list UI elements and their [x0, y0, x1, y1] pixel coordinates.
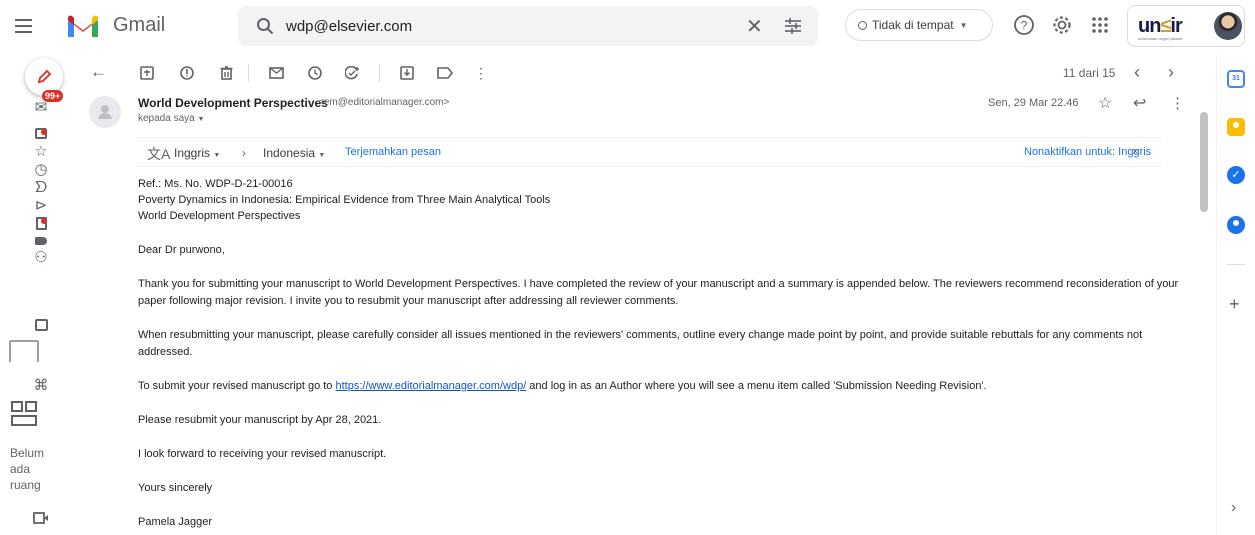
left-navigation-rail: ✉ 99+ ☆ ◷ ᗤ ⊳ ⚇ ⌒ ⌘ Belum ada ruang — [0, 54, 76, 535]
tasks-icon[interactable]: ✓ — [1227, 166, 1245, 184]
close-translation-icon[interactable]: × — [1132, 146, 1138, 158]
add-addon-icon[interactable]: + — [1229, 294, 1240, 315]
spaces-grid-icon[interactable] — [10, 400, 38, 428]
dropdown-arrow-icon: ▼ — [959, 20, 968, 30]
settings-gear-icon[interactable] — [1051, 14, 1073, 36]
unread-count-badge: 99+ — [42, 90, 64, 102]
status-label: Tidak di tempat — [872, 18, 954, 32]
side-panel: 31 ✓ + › — [1216, 54, 1255, 535]
search-icon[interactable] — [256, 17, 274, 35]
signature-name: Pamela Jagger — [138, 516, 212, 528]
body-paragraph-2: When resubmitting your manuscript, pleas… — [138, 329, 1143, 358]
message-date: Sen, 29 Mar 22.46 — [988, 97, 1079, 109]
status-icon — [858, 20, 867, 30]
drafts-icon[interactable] — [32, 214, 50, 232]
important-icon[interactable]: ᗤ — [32, 178, 50, 196]
side-panel-divider — [1227, 264, 1245, 265]
body-paragraph-3: To submit your revised manuscript go to … — [138, 380, 987, 392]
journal-name: World Development Perspectives — [138, 210, 301, 222]
keep-icon[interactable] — [1227, 118, 1245, 136]
snoozed-clock-icon[interactable]: ◷ — [32, 160, 50, 178]
main-menu-icon[interactable] — [12, 14, 36, 38]
app-name: Gmail — [113, 14, 166, 36]
translate-message-link[interactable]: Terjemahkan pesan — [345, 146, 441, 158]
label-as-icon[interactable] — [436, 64, 454, 82]
report-spam-icon[interactable] — [178, 64, 196, 82]
toolbar-divider — [248, 64, 249, 82]
deadline-text: Please resubmit your manuscript by Apr 2… — [138, 414, 382, 426]
video-meet-icon[interactable] — [32, 509, 50, 527]
scrollbar-thumb[interactable] — [1200, 112, 1208, 212]
snoozed-inbox-icon[interactable] — [32, 124, 50, 142]
user-avatar[interactable] — [1214, 12, 1242, 40]
more-options-icon[interactable]: ⋮ — [472, 64, 490, 82]
move-to-icon[interactable] — [398, 64, 416, 82]
top-bar: Gmail wdp@elsevier.com ✕ Tidak di tempat… — [0, 0, 1255, 54]
recipient-line[interactable]: kepada saya ▼ — [138, 113, 204, 124]
gmail-logo-icon[interactable] — [66, 13, 100, 39]
mark-unread-icon[interactable] — [267, 64, 285, 82]
search-options-icon[interactable] — [783, 16, 803, 36]
pagination-count: 11 dari 15 — [1063, 66, 1116, 80]
body-paragraph-1: Thank you for submitting your manuscript… — [138, 278, 1179, 307]
contacts-icon[interactable]: ⚇ — [32, 248, 50, 266]
snooze-clock-icon[interactable] — [306, 64, 324, 82]
recipient-details-arrow-icon[interactable]: ▼ — [198, 116, 205, 123]
star-icon[interactable]: ☆ — [1098, 93, 1112, 113]
body-paragraph-5: I look forward to receiving your revised… — [138, 448, 387, 460]
toolbar-divider — [379, 64, 380, 82]
manuscript-title: Poverty Dynamics in Indonesia: Empirical… — [138, 194, 551, 206]
storage-empty-text: Belum ada ruang — [10, 446, 45, 492]
target-language-dropdown[interactable]: Indonesia ▼ — [263, 146, 325, 160]
source-language-dropdown[interactable]: Inggris ▼ — [174, 146, 220, 160]
expand-panel-chevron-icon[interactable]: › — [1231, 499, 1236, 517]
sender-email: <em@editorialmanager.com> — [318, 97, 450, 108]
closing: Yours sincerely — [138, 482, 213, 494]
chat-icon[interactable] — [32, 316, 50, 334]
account-switcher[interactable]: un≤ir universitas negeri jakarta — [1127, 5, 1245, 47]
sent-icon[interactable]: ⊳ — [32, 196, 50, 214]
chat-panel-outline — [9, 340, 39, 362]
more-labels-icon[interactable]: ⌒ — [32, 266, 50, 274]
submission-url-link[interactable]: https://www.editorialmanager.com/wdp/ — [335, 380, 526, 392]
add-to-tasks-icon[interactable] — [344, 64, 362, 82]
starred-icon[interactable]: ☆ — [32, 142, 50, 160]
older-chevron-icon[interactable]: › — [1168, 62, 1174, 83]
reply-icon[interactable]: ↩ — [1133, 93, 1146, 113]
clear-search-icon[interactable]: ✕ — [746, 14, 763, 39]
translation-bar: 文A Inggris ▼ › Indonesia ▼ Terjemahkan p… — [138, 137, 1162, 167]
archive-icon[interactable] — [138, 64, 156, 82]
delete-trash-icon[interactable] — [217, 64, 235, 82]
reference-number: Ref.: Ms. No. WDP-D-21-00016 — [138, 178, 293, 190]
pencil-icon — [37, 69, 52, 84]
status-dropdown[interactable]: Tidak di tempat ▼ — [845, 9, 993, 41]
organization-logo: un≤ir universitas negeri jakarta — [1138, 15, 1183, 41]
message-more-icon[interactable]: ⋮ — [1170, 94, 1185, 112]
calendar-icon[interactable]: 31 — [1227, 70, 1245, 88]
search-bar[interactable]: wdp@elsevier.com ✕ — [238, 6, 818, 46]
apps-grid-icon[interactable] — [1089, 14, 1111, 36]
spaces-icon[interactable]: ⌘ — [32, 376, 50, 394]
greeting: Dear Dr purwono, — [138, 244, 225, 256]
sender-avatar — [89, 96, 121, 128]
help-icon[interactable]: ? — [1013, 14, 1035, 36]
contacts-app-icon[interactable] — [1227, 216, 1245, 234]
sender-name: World Development Perspectives — [138, 96, 328, 110]
svg-text:?: ? — [1021, 19, 1028, 33]
translate-icon: 文A — [147, 146, 171, 162]
newer-chevron-icon[interactable]: ‹ — [1134, 62, 1140, 83]
search-input[interactable]: wdp@elsevier.com — [286, 18, 412, 35]
back-arrow-icon[interactable]: ← — [90, 62, 107, 82]
translate-arrow-icon: › — [242, 146, 246, 160]
